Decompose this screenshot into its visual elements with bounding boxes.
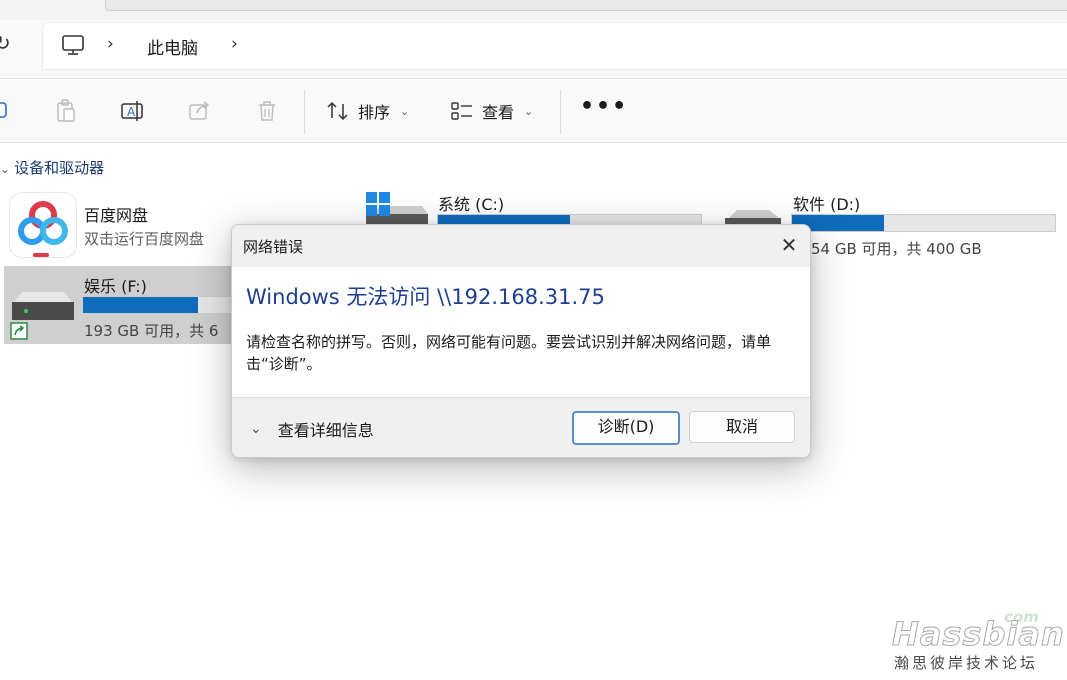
- rename-icon[interactable]: A: [119, 97, 147, 125]
- breadcrumb-separator[interactable]: ›: [231, 34, 238, 54]
- more-options-button[interactable]: •••: [580, 94, 628, 119]
- breadcrumb-separator[interactable]: ›: [107, 34, 114, 54]
- dialog-title: 网络错误: [243, 238, 304, 256]
- drive-d-name[interactable]: 软件 (D:): [793, 191, 860, 215]
- breadcrumb-this-pc[interactable]: 此电脑: [147, 34, 198, 59]
- section-title: 设备和驱动器: [14, 159, 105, 177]
- chevron-down-icon: ⌄: [524, 104, 534, 118]
- app-launch-indicator: [33, 253, 49, 257]
- sort-icon: [327, 101, 348, 121]
- drive-d-capacity: 54 GB 可用，共 400 GB: [811, 240, 982, 258]
- drive-f-item[interactable]: 娱乐 (F:) 193 GB 可用，共 6: [4, 266, 244, 344]
- command-bar: A 排序 ⌄ 查看 ⌄ •••: [0, 80, 1067, 143]
- app-subtitle: 双击运行百度网盘: [84, 230, 205, 248]
- share-icon[interactable]: [186, 97, 214, 125]
- watermark-subtitle: 瀚思彼岸技术论坛: [894, 654, 1039, 672]
- watermark-logo: Hassbian: [892, 615, 1065, 654]
- view-icon: [451, 102, 472, 120]
- tab-strip: [0, 0, 1067, 20]
- windows-drive-icon: [366, 192, 428, 226]
- chevron-down-icon: ⌄: [400, 104, 410, 118]
- toolbar-divider: [304, 90, 305, 134]
- view-button[interactable]: 查看 ⌄: [450, 94, 533, 128]
- toolbar-divider: [560, 90, 561, 134]
- refresh-icon[interactable]: ↻: [0, 32, 16, 54]
- cancel-button[interactable]: 取消: [689, 411, 795, 443]
- drive-c-icon-wrap[interactable]: [366, 192, 428, 228]
- app-title: 百度网盘: [84, 206, 149, 225]
- network-error-dialog: 网络错误 ✕ Windows 无法访问 \\192.168.31.75 请检查名…: [231, 224, 811, 458]
- active-tab[interactable]: [105, 0, 1067, 11]
- address-bar[interactable]: › 此电脑 ›: [42, 22, 1067, 70]
- chevron-down-icon: ⌄: [250, 421, 262, 437]
- drive-f-capacity: 193 GB 可用，共 6: [84, 322, 219, 340]
- dialog-titlebar: 网络错误 ✕: [232, 225, 810, 267]
- drive-d-usage-bar: [791, 214, 1056, 232]
- baidu-netdisk-tile[interactable]: [10, 193, 76, 257]
- paste-icon[interactable]: [52, 97, 80, 125]
- section-header-devices[interactable]: ⌄ 设备和驱动器: [0, 157, 104, 178]
- dialog-message: 请检查名称的拼写。否则，网络可能有问题。要尝试识别并解决网络问题，请单击“诊断”…: [246, 333, 772, 373]
- drive-f-usage-fill: [83, 297, 199, 313]
- dialog-heading: Windows 无法访问 \\192.168.31.75: [246, 285, 605, 309]
- dialog-footer: ⌄ 查看详细信息 诊断(D) 取消: [232, 397, 810, 457]
- delete-icon[interactable]: [253, 97, 281, 125]
- view-label: 查看: [482, 103, 515, 122]
- details-label: 查看详细信息: [277, 421, 374, 440]
- shortcut-arrow-icon: [10, 322, 28, 340]
- sort-label: 排序: [358, 103, 391, 122]
- sort-button[interactable]: 排序 ⌄: [326, 94, 409, 128]
- baidu-netdisk-icon: [18, 201, 68, 245]
- close-icon[interactable]: ✕: [775, 231, 803, 259]
- navigation-bar: ↻ › 此电脑 ›: [0, 20, 1067, 79]
- drive-f-usage-bar: [82, 296, 244, 314]
- svg-text:A: A: [127, 105, 136, 119]
- monitor-icon: [62, 35, 84, 55]
- chevron-down-icon: ⌄: [0, 162, 11, 176]
- drive-c-name[interactable]: 系统 (C:): [438, 191, 504, 215]
- show-details-toggle[interactable]: ⌄ 查看详细信息: [250, 417, 374, 441]
- drive-f-name: 娱乐 (F:): [84, 277, 147, 296]
- new-icon[interactable]: [0, 97, 14, 125]
- diagnose-button[interactable]: 诊断(D): [572, 411, 680, 445]
